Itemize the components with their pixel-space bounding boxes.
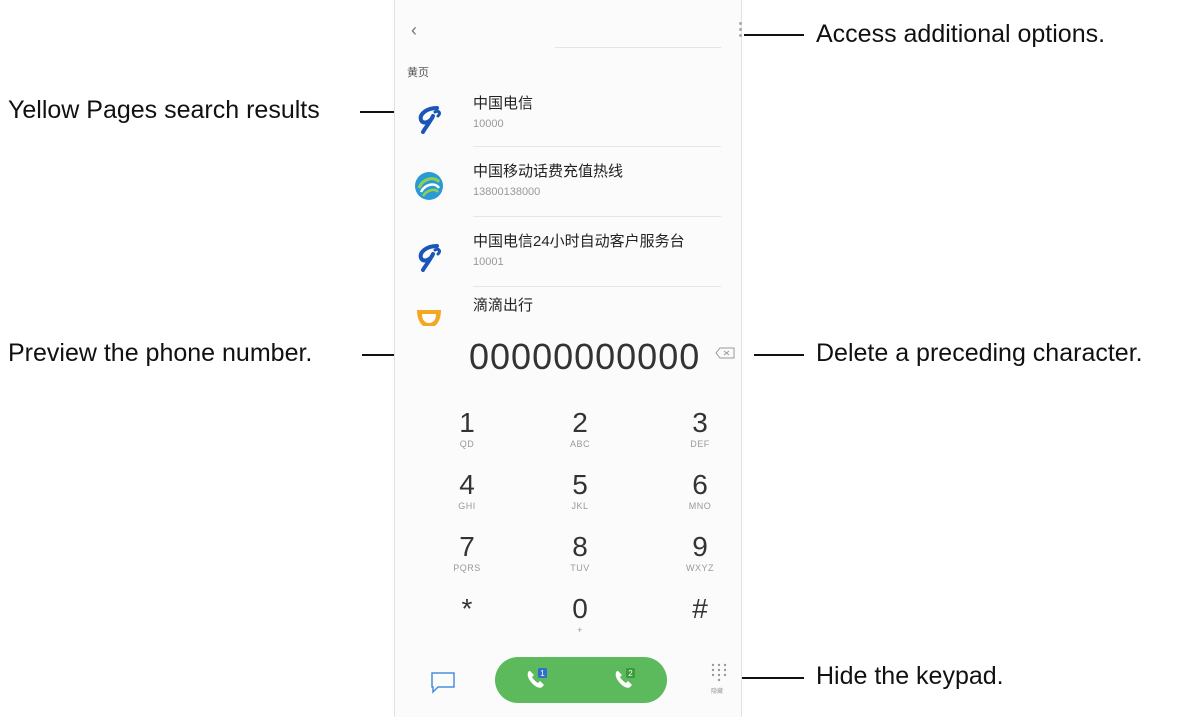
key-3[interactable]: 3 DEF [660,408,740,472]
result-number: 10000 [473,118,504,130]
key-5[interactable]: 5 JKL [540,470,620,534]
key-letters: PQRS [453,563,481,573]
key-letters: DEF [690,439,710,449]
top-bar: ‹ [395,0,742,60]
key-digit: 6 [692,469,708,500]
key-letters: JKL [571,501,589,511]
key-digit: 3 [692,407,708,438]
call-button[interactable]: 1 2 [495,657,667,703]
key-4[interactable]: 4 GHI [427,470,507,534]
keypad-grid-icon [711,663,727,682]
phone-sim1-icon[interactable]: 1 [523,667,549,693]
china-mobile-icon [415,172,443,200]
key-digit: 5 [572,469,588,500]
result-number: 13800138000 [473,186,541,198]
key-6[interactable]: 6 MNO [660,470,740,534]
annotation-hide-keypad: Hide the keypad. [816,662,1004,690]
list-item[interactable]: 滴滴出行 [395,290,741,326]
list-item[interactable]: 中国电信 10000 [395,88,741,152]
key-letters: WXYZ [686,563,714,573]
key-7[interactable]: 7 PQRS [427,532,507,596]
china-telecom-icon [418,106,441,134]
divider [473,286,721,287]
didi-icon [417,310,441,326]
annotation-yellow-pages: Yellow Pages search results [8,96,320,124]
phone-sim2-icon[interactable]: 2 [611,667,637,693]
key-digit: 2 [572,407,588,438]
more-options-icon[interactable] [739,22,742,40]
section-label-yellow-pages: 黄页 [407,67,429,79]
hide-keypad-label: 隐藏 [711,689,724,695]
result-name: 中国电信24小时自动客户服务台 [473,233,685,250]
backspace-icon[interactable] [715,347,735,359]
leader-line-more-options [744,34,804,36]
key-digit: 7 [459,531,475,562]
result-name: 中国电信 [473,95,534,112]
key-digit: 8 [572,531,588,562]
key-letters: QD [459,439,475,449]
key-8[interactable]: 8 TUV [540,532,620,596]
hide-keypad-button[interactable]: 隐藏 [709,662,729,702]
result-name: 中国移动话费充值热线 [473,163,624,180]
key-digit: 0 [572,593,588,624]
annotation-delete-char: Delete a preceding character. [816,339,1143,367]
annotation-more-options: Access additional options. [816,20,1106,48]
key-letters: GHI [458,501,476,511]
key-digit: 9 [692,531,708,562]
leader-line-hide-keypad [734,677,804,679]
dialed-number-display[interactable]: 00000000000 [469,336,699,378]
key-digit: 4 [459,469,475,500]
key-hash[interactable]: # [660,594,740,658]
back-arrow-icon[interactable]: ‹ [411,20,417,41]
key-digit: 1 [459,407,475,438]
search-underline [555,47,721,48]
key-9[interactable]: 9 WXYZ [660,532,740,596]
list-item[interactable]: 中国电信24小时自动客户服务台 10001 [395,226,741,290]
key-letters: MNO [688,501,712,511]
divider [473,146,721,147]
key-letters: ABC [569,439,590,449]
list-item[interactable]: 中国移动话费充值热线 13800138000 [395,156,741,220]
leader-line-delete-char [754,354,804,356]
key-1[interactable]: 1 QD [427,408,507,472]
key-letters: TUV [570,563,590,573]
dialer-screen: ‹ 黄页 中国电信 10000 中国移动话费充值热线 13800138000 中… [394,0,742,717]
key-2[interactable]: 2 ABC [540,408,620,472]
annotation-preview-number: Preview the phone number. [8,339,313,367]
divider [473,216,721,217]
key-digit: # [692,593,708,624]
key-letters: + [577,625,583,635]
sim2-badge: 2 [628,669,633,678]
sim1-badge: 1 [540,669,545,678]
result-name: 滴滴出行 [473,297,534,314]
key-digit: * [461,593,473,624]
result-number: 10001 [473,256,504,268]
key-star[interactable]: * [427,594,507,658]
message-icon[interactable] [429,670,457,694]
key-0[interactable]: 0 + [540,594,620,658]
china-telecom-icon [418,244,441,272]
